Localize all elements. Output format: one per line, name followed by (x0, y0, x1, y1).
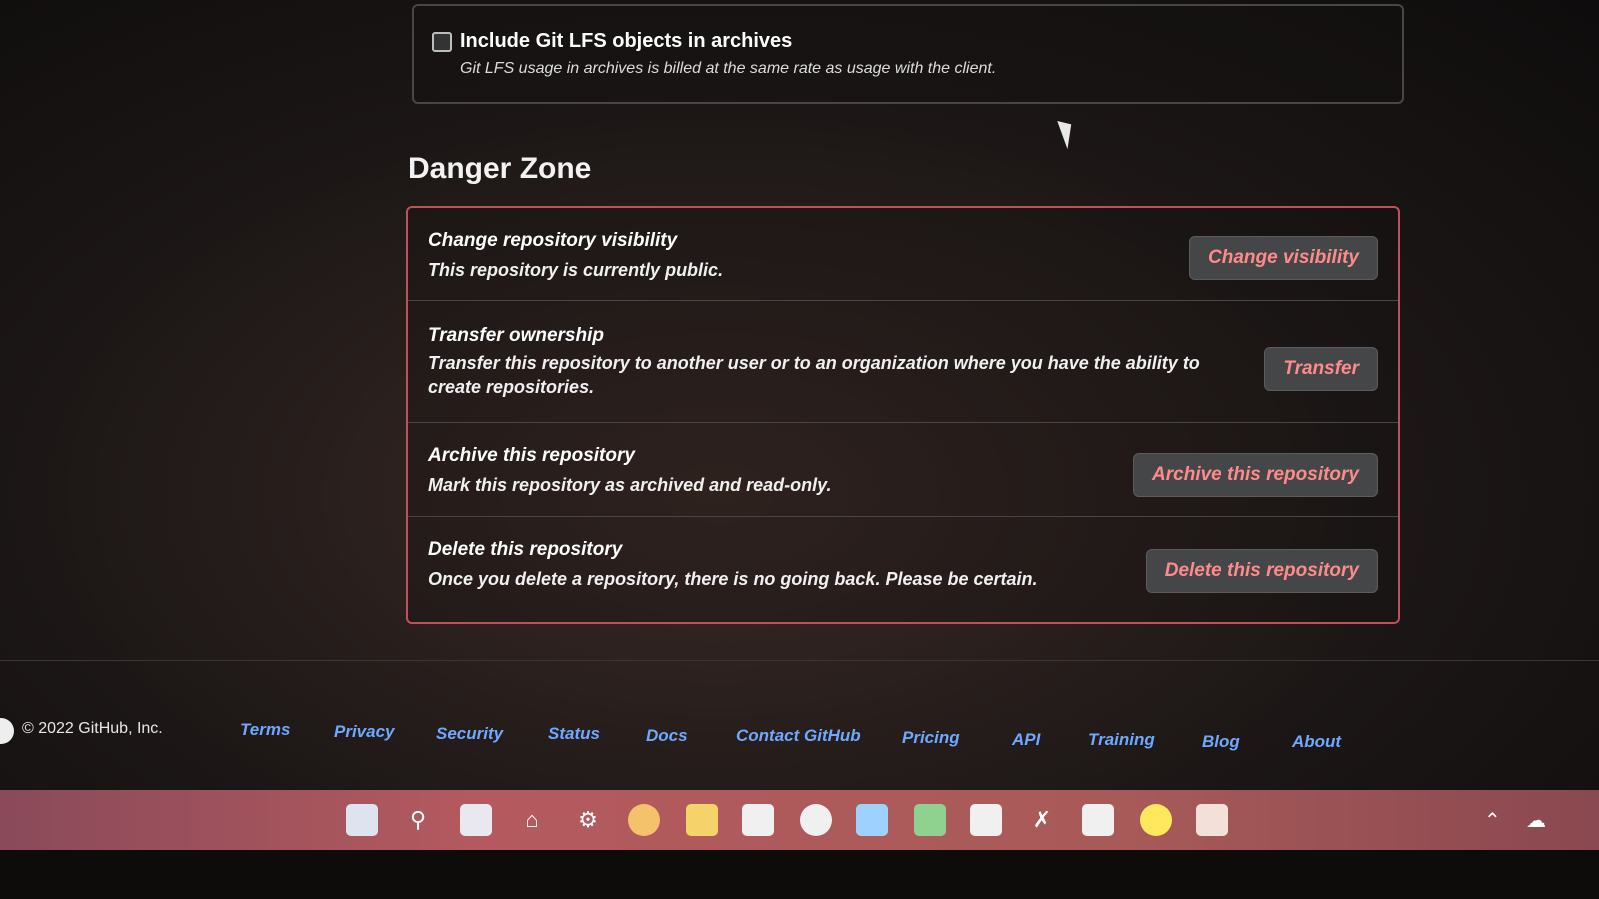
footer-link-api[interactable]: API (1012, 730, 1040, 750)
footer-link-contact[interactable]: Contact GitHub (736, 726, 861, 746)
mail-icon[interactable] (856, 804, 888, 836)
row-description: This repository is currently public. (428, 260, 724, 280)
taskbar: ⚲ ⌂ ⚙ ✗ ⌃ ☁ (0, 790, 1599, 850)
settings-icon[interactable]: ⚙ (572, 804, 604, 836)
excel-icon[interactable] (914, 804, 946, 836)
row-title: Archive this repository (428, 445, 635, 466)
chrome-icon[interactable] (800, 804, 832, 836)
footer-divider (0, 660, 1599, 661)
network-icon[interactable]: ☁ (1526, 808, 1546, 833)
footer-link-about[interactable]: About (1292, 732, 1341, 752)
change-visibility-button[interactable]: Change visibility (1189, 236, 1378, 280)
browser-icon[interactable] (1140, 804, 1172, 836)
mouse-cursor-icon (1057, 116, 1079, 150)
footer-link-pricing[interactable]: Pricing (902, 728, 960, 748)
danger-row-visibility: Change repository visibility This reposi… (408, 208, 1398, 300)
file-explorer-icon[interactable] (686, 804, 718, 836)
delete-repository-button[interactable]: Delete this repository (1145, 549, 1378, 593)
lfs-label: Include Git LFS objects in archives (460, 30, 793, 52)
chevron-up-icon[interactable]: ⌃ (1484, 808, 1501, 833)
danger-row-archive: Archive this repository Mark this reposi… (408, 422, 1398, 517)
footer-link-terms[interactable]: Terms (240, 720, 290, 740)
row-title: Transfer ownership (428, 325, 604, 346)
vscode-icon[interactable]: ✗ (1026, 804, 1058, 836)
row-title: Change repository visibility (428, 230, 678, 251)
task-view-icon[interactable] (460, 804, 492, 836)
danger-zone-box: Change repository visibility This reposi… (406, 206, 1400, 624)
footer-link-status[interactable]: Status (548, 724, 600, 744)
danger-zone-title: Danger Zone (408, 152, 592, 185)
screen-bezel (0, 850, 1599, 899)
lfs-checkbox[interactable] (432, 32, 452, 52)
footer: © 2022 GitHub, Inc. Terms Privacy Securi… (0, 708, 1599, 751)
row-description: Once you delete a repository, there is n… (428, 569, 1038, 589)
lfs-description: Git LFS usage in archives is billed at t… (460, 60, 997, 77)
row-description: Mark this repository as archived and rea… (428, 475, 832, 495)
footer-link-docs[interactable]: Docs (646, 726, 688, 746)
footer-link-training[interactable]: Training (1088, 730, 1155, 750)
photos-icon[interactable] (628, 804, 660, 836)
archive-repository-button[interactable]: Archive this repository (1133, 453, 1378, 497)
github-logo-icon[interactable] (0, 718, 14, 744)
lfs-archive-option: Include Git LFS objects in archives Git … (412, 4, 1404, 104)
danger-row-delete: Delete this repository Once you delete a… (408, 516, 1398, 621)
start-icon[interactable] (346, 804, 378, 836)
transfer-button[interactable]: Transfer (1264, 347, 1378, 391)
footer-link-privacy[interactable]: Privacy (334, 722, 395, 742)
store-icon[interactable] (742, 804, 774, 836)
home-icon[interactable]: ⌂ (516, 804, 548, 836)
document-icon[interactable] (1196, 804, 1228, 836)
notepad-icon[interactable] (970, 804, 1002, 836)
settings-page: Include Git LFS objects in archives Git … (0, 0, 1599, 800)
search-icon[interactable]: ⚲ (402, 804, 434, 836)
row-description: Transfer this repository to another user… (428, 353, 1200, 397)
footer-link-security[interactable]: Security (436, 724, 503, 744)
danger-row-transfer: Transfer ownership Transfer this reposit… (408, 300, 1398, 423)
app-icon[interactable] (1082, 804, 1114, 836)
row-title: Delete this repository (428, 539, 623, 560)
footer-copyright: © 2022 GitHub, Inc. (22, 720, 163, 737)
footer-link-blog[interactable]: Blog (1202, 732, 1240, 752)
